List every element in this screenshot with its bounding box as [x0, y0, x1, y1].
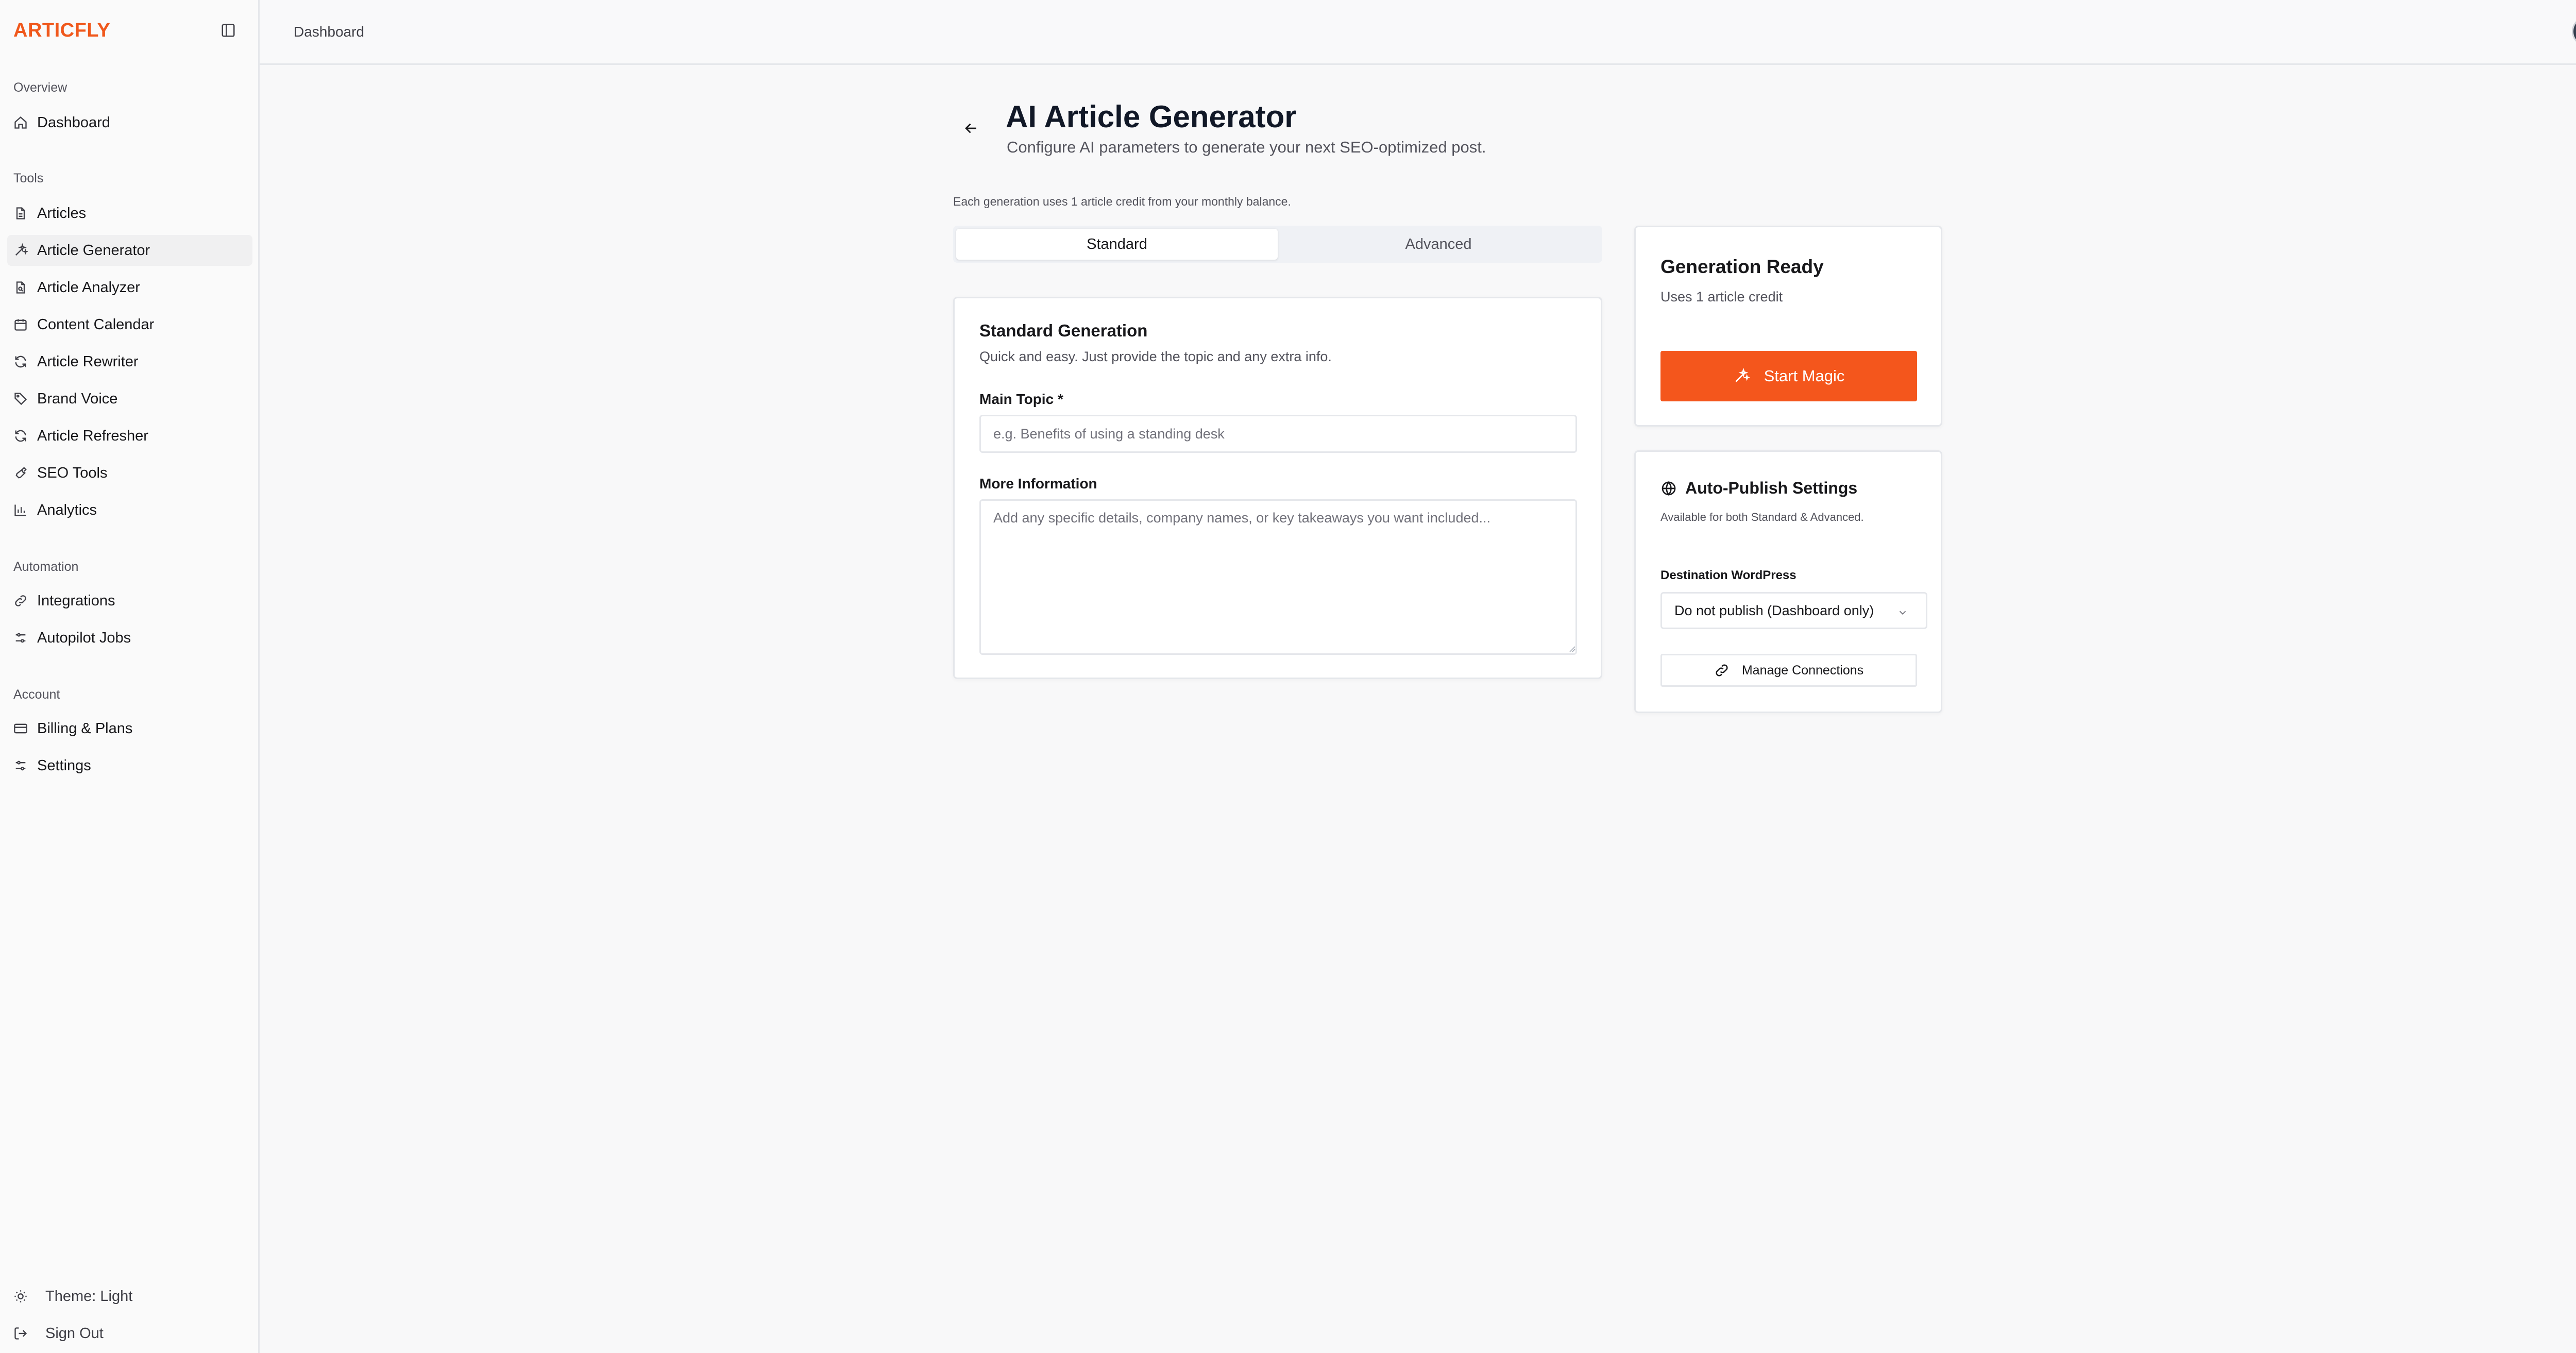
credit-note: Each generation uses 1 article credit fr… [953, 195, 1291, 208]
file-text-icon [16, 207, 25, 219]
manage-connections-button[interactable]: Manage Connections [1660, 654, 1917, 687]
chevron-down-icon [1899, 611, 1906, 615]
main-topic-label: Main Topic * [979, 391, 1063, 407]
start-magic-button[interactable]: Start Magic [1660, 351, 1917, 401]
globe-icon [1662, 481, 1676, 496]
section-label-tools: Tools [13, 171, 44, 185]
breadcrumb[interactable]: Dashboard [294, 24, 364, 40]
sign-out-button[interactable]: Sign Out [13, 1319, 250, 1348]
auto-publish-title: Auto-Publish Settings [1685, 479, 1858, 497]
wrench-icon [15, 467, 27, 479]
resize-grip-icon[interactable] [1568, 645, 1576, 653]
sidebar-item-billing[interactable]: Billing & Plans [7, 713, 252, 744]
sidebar-item-article-refresher[interactable]: Article Refresher [7, 420, 252, 451]
sidebar-item-content-calendar[interactable]: Content Calendar [7, 309, 252, 340]
sidebar-item-analytics[interactable]: Analytics [7, 495, 252, 526]
avatar[interactable] [2572, 16, 2576, 46]
sidebar-item-integrations[interactable]: Integrations [7, 585, 252, 616]
sparkles-icon [1735, 368, 1750, 382]
card-subtitle: Quick and easy. Just provide the topic a… [979, 349, 1332, 364]
sidebar-item-article-rewriter[interactable]: Article Rewriter [7, 346, 252, 377]
generation-mode-tabs: Standard Advanced [953, 226, 1602, 263]
sidebar-item-seo-tools[interactable]: SEO Tools [7, 458, 252, 488]
sidebar-item-settings[interactable]: Settings [7, 750, 252, 781]
card-title: Standard Generation [979, 321, 1148, 340]
sidebar-item-dashboard[interactable]: Dashboard [7, 107, 252, 138]
auto-publish-header: Auto-Publish Settings [1660, 479, 1857, 498]
tab-standard[interactable]: Standard [956, 229, 1278, 260]
ready-subtitle: Uses 1 article credit [1660, 289, 1783, 305]
page-title: AI Article Generator [1006, 99, 1297, 134]
bar-chart-icon [14, 504, 26, 516]
theme-toggle[interactable]: Theme: Light [13, 1282, 250, 1311]
refresh-icon [15, 430, 26, 442]
sidebar-item-autopilot-jobs[interactable]: Autopilot Jobs [7, 622, 252, 653]
back-arrow-icon[interactable] [962, 120, 980, 137]
more-info-textarea[interactable] [979, 499, 1577, 655]
sidebar: ARTICFLY Overview Dashboard Tools Articl… [0, 0, 260, 1353]
section-label-account: Account [13, 687, 60, 702]
sidebar-item-article-analyzer[interactable]: Article Analyzer [7, 272, 252, 303]
refresh-icon [15, 356, 26, 368]
more-info-label: More Information [979, 476, 1097, 492]
section-label-automation: Automation [13, 560, 79, 574]
sidebar-item-brand-voice[interactable]: Brand Voice [7, 383, 252, 414]
tag-icon [14, 393, 27, 405]
credit-card-icon [14, 723, 27, 734]
tab-advanced[interactable]: Advanced [1278, 229, 1599, 260]
destination-select[interactable]: Do not publish (Dashboard only) [1660, 592, 1927, 629]
calendar-icon [14, 319, 27, 331]
destination-value: Do not publish (Dashboard only) [1674, 602, 1874, 618]
generation-ready-card: Generation Ready Uses 1 article credit S… [1634, 226, 1942, 427]
brand-logo[interactable]: ARTICFLY [13, 20, 110, 42]
page-subtitle: Configure AI parameters to generate your… [1007, 138, 1486, 156]
ready-title: Generation Ready [1660, 256, 1824, 277]
main-topic-input[interactable] [979, 415, 1577, 453]
top-bar: Dashboard [260, 0, 2576, 65]
link-icon [15, 595, 26, 606]
standard-generation-card: Standard Generation Quick and easy. Just… [953, 297, 1602, 679]
sun-icon [14, 1290, 27, 1303]
sidebar-item-article-generator[interactable]: Article Generator [7, 235, 252, 266]
sliders-icon [15, 633, 26, 643]
auto-publish-subtitle: Available for both Standard & Advanced. [1660, 511, 1864, 523]
log-out-icon [14, 1327, 27, 1340]
sidebar-item-articles[interactable]: Articles [7, 198, 252, 229]
home-icon [14, 116, 27, 129]
destination-label: Destination WordPress [1660, 568, 1797, 582]
auto-publish-card: Auto-Publish Settings Available for both… [1634, 450, 1942, 713]
section-label-overview: Overview [13, 80, 67, 95]
file-search-icon [16, 281, 25, 294]
link-icon [1716, 664, 1728, 676]
sparkles-icon [15, 243, 28, 256]
sliders-icon [15, 760, 26, 771]
sidebar-toggle-icon[interactable] [221, 23, 236, 38]
